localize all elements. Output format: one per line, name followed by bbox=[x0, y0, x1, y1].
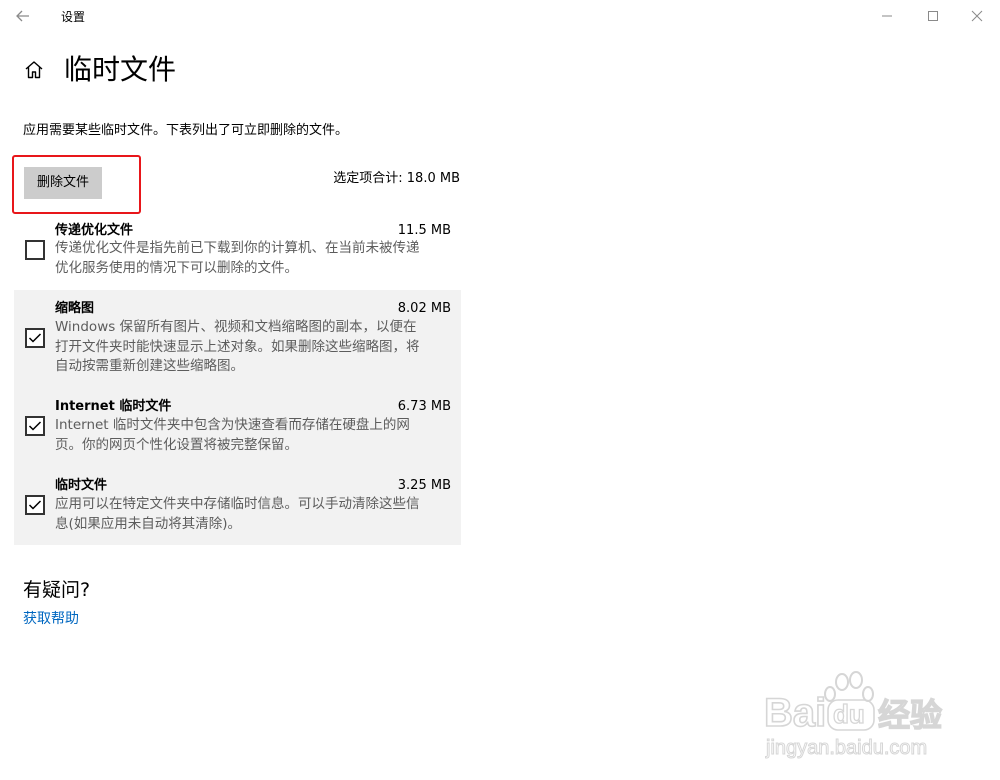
checkbox-unchecked[interactable] bbox=[25, 240, 45, 260]
item-name: Internet 临时文件 bbox=[55, 399, 172, 414]
temp-item-delivery-optimization[interactable]: 传递优化文件 11.5 MB 传递优化文件是指先前已下载到你的计算机、在当前未被… bbox=[14, 214, 461, 286]
delete-files-button[interactable]: 删除文件 bbox=[24, 167, 102, 199]
minimize-button[interactable] bbox=[873, 4, 901, 28]
temp-item-thumbnails[interactable]: 缩略图 8.02 MB Windows 保留所有图片、视频和文档缩略图的副本，以… bbox=[14, 290, 461, 388]
selected-total: 选定项合计: 18.0 MB bbox=[333, 171, 460, 186]
back-button[interactable] bbox=[10, 4, 36, 28]
watermark-brand: Bai bbox=[764, 691, 826, 735]
item-description: 传递优化文件是指先前已下载到你的计算机、在当前未被传递 优化服务使用的情况下可以… bbox=[55, 239, 455, 278]
close-icon bbox=[971, 10, 983, 22]
item-description-line: 自动按需重新创建这些缩略图。 bbox=[55, 358, 244, 374]
page-title: 临时文件 bbox=[64, 53, 177, 86]
item-description-line: 打开文件夹时能快速显示上述对象。如果删除这些缩略图，将 bbox=[55, 338, 420, 355]
home-icon[interactable] bbox=[24, 60, 44, 82]
window-title: 设置 bbox=[61, 10, 86, 24]
item-description-line: 页。你的网页个性化设置将被完整保留。 bbox=[55, 436, 298, 453]
item-description-line: 传递优化文件是指先前已下载到你的计算机、在当前未被传递 bbox=[55, 240, 420, 256]
item-description-line: 息(如果应用未自动将其清除)。 bbox=[55, 515, 242, 532]
paw-icon bbox=[824, 671, 874, 702]
item-description: Windows 保留所有图片、视频和文档缩略图的副本，以便在 打开文件夹时能快速… bbox=[55, 318, 455, 377]
item-size: 6.73 MB bbox=[397, 399, 451, 414]
watermark-suffix: 经验 bbox=[878, 696, 942, 734]
item-size: 8.02 MB bbox=[397, 301, 451, 316]
minimize-icon bbox=[882, 15, 892, 17]
item-description-line: Internet 临时文件夹中包含为快速查看而存储在硬盘上的网 bbox=[55, 417, 410, 433]
checkmark-icon bbox=[28, 500, 42, 510]
item-size: 3.25 MB bbox=[397, 478, 451, 493]
checkmark-icon bbox=[28, 421, 42, 431]
item-name: 临时文件 bbox=[55, 478, 108, 493]
checkmark-icon bbox=[28, 333, 42, 343]
item-description-line: 应用可以在特定文件夹中存储临时信息。可以手动清除这些信 bbox=[55, 496, 420, 512]
temp-item-temporary-files[interactable]: 临时文件 3.25 MB 应用可以在特定文件夹中存储临时信息。可以手动清除这些信… bbox=[14, 467, 461, 545]
item-description-line: Windows 保留所有图片、视频和文档缩略图的副本，以便在 bbox=[55, 319, 417, 335]
item-description: Internet 临时文件夹中包含为快速查看而存储在硬盘上的网 页。你的网页个性… bbox=[55, 416, 455, 455]
checkbox-checked[interactable] bbox=[25, 328, 45, 348]
arrow-left-icon bbox=[16, 10, 29, 22]
item-description-line: 优化服务使用的情况下可以删除的文件。 bbox=[55, 259, 298, 276]
baidu-watermark: Bai du 经验 jingyan.baidu.com bbox=[760, 668, 960, 768]
close-button[interactable] bbox=[963, 4, 991, 28]
intro-text: 应用需要某些临时文件。下表列出了可立即删除的文件。 bbox=[23, 123, 349, 138]
item-size: 11.5 MB bbox=[397, 223, 451, 238]
temp-item-internet-temp-files[interactable]: Internet 临时文件 6.73 MB Internet 临时文件夹中包含为… bbox=[14, 388, 461, 468]
checkbox-checked[interactable] bbox=[25, 416, 45, 436]
watermark-brand-du: du bbox=[833, 699, 865, 729]
get-help-link[interactable]: 获取帮助 bbox=[23, 609, 79, 629]
watermark-url: jingyan.baidu.com bbox=[765, 737, 927, 759]
item-name: 缩略图 bbox=[55, 301, 95, 316]
checkbox-checked[interactable] bbox=[25, 495, 45, 515]
title-bar: 设置 bbox=[0, 0, 1000, 32]
item-name: 传递优化文件 bbox=[55, 223, 134, 238]
maximize-button[interactable] bbox=[919, 4, 947, 28]
item-description: 应用可以在特定文件夹中存储临时信息。可以手动清除这些信 息(如果应用未自动将其清… bbox=[55, 495, 455, 534]
maximize-icon bbox=[928, 11, 938, 21]
help-section-title: 有疑问? bbox=[23, 579, 91, 601]
